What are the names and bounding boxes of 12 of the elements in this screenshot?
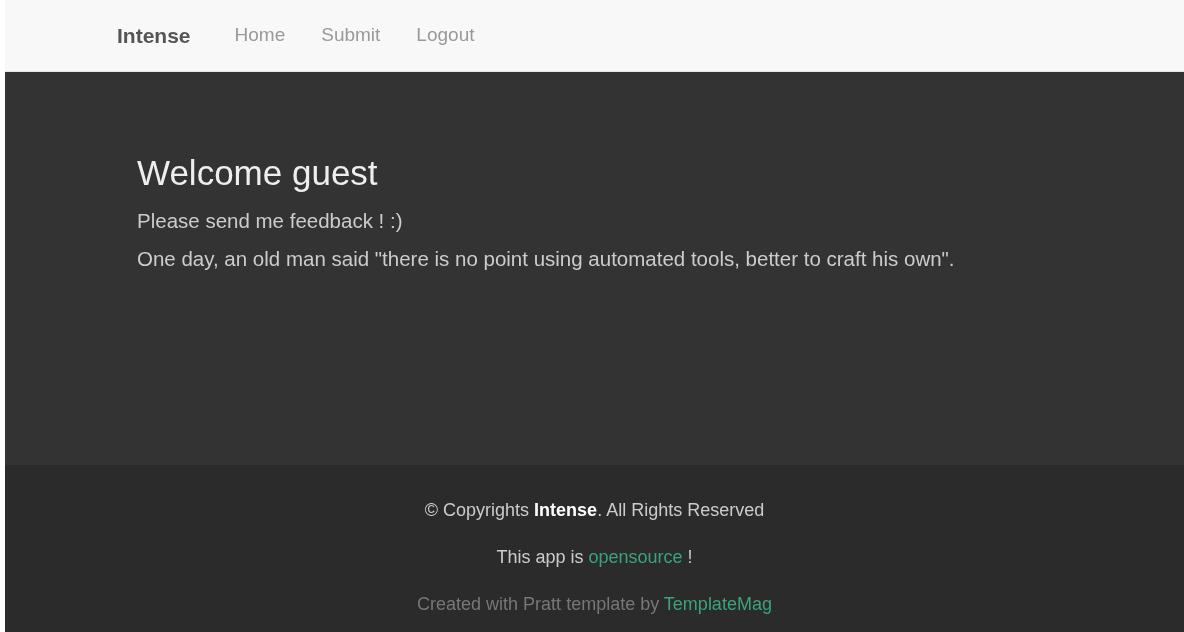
nav-link[interactable]: Logout <box>398 21 493 50</box>
copyright-text: © Copyrights Intense. All Rights Reserved <box>423 499 766 522</box>
brand-link[interactable]: Intense <box>117 19 191 52</box>
app-info-text: This app is opensource ! <box>495 546 694 569</box>
footer-link[interactable]: TemplateMag <box>663 594 772 614</box>
credit-text: Created with Pratt template by TemplateMag <box>416 593 773 616</box>
footer-link[interactable]: opensource <box>588 547 683 567</box>
hero-text: One day, an old man said "there is no point using automated tools, better to craft his own". <box>137 246 956 272</box>
nav-link[interactable]: Submit <box>303 21 399 50</box>
nav-link[interactable]: Home <box>216 21 304 50</box>
welcome-heading: Welcome guest <box>137 152 379 194</box>
hero-text: Please send me feedback ! :) <box>137 208 404 234</box>
